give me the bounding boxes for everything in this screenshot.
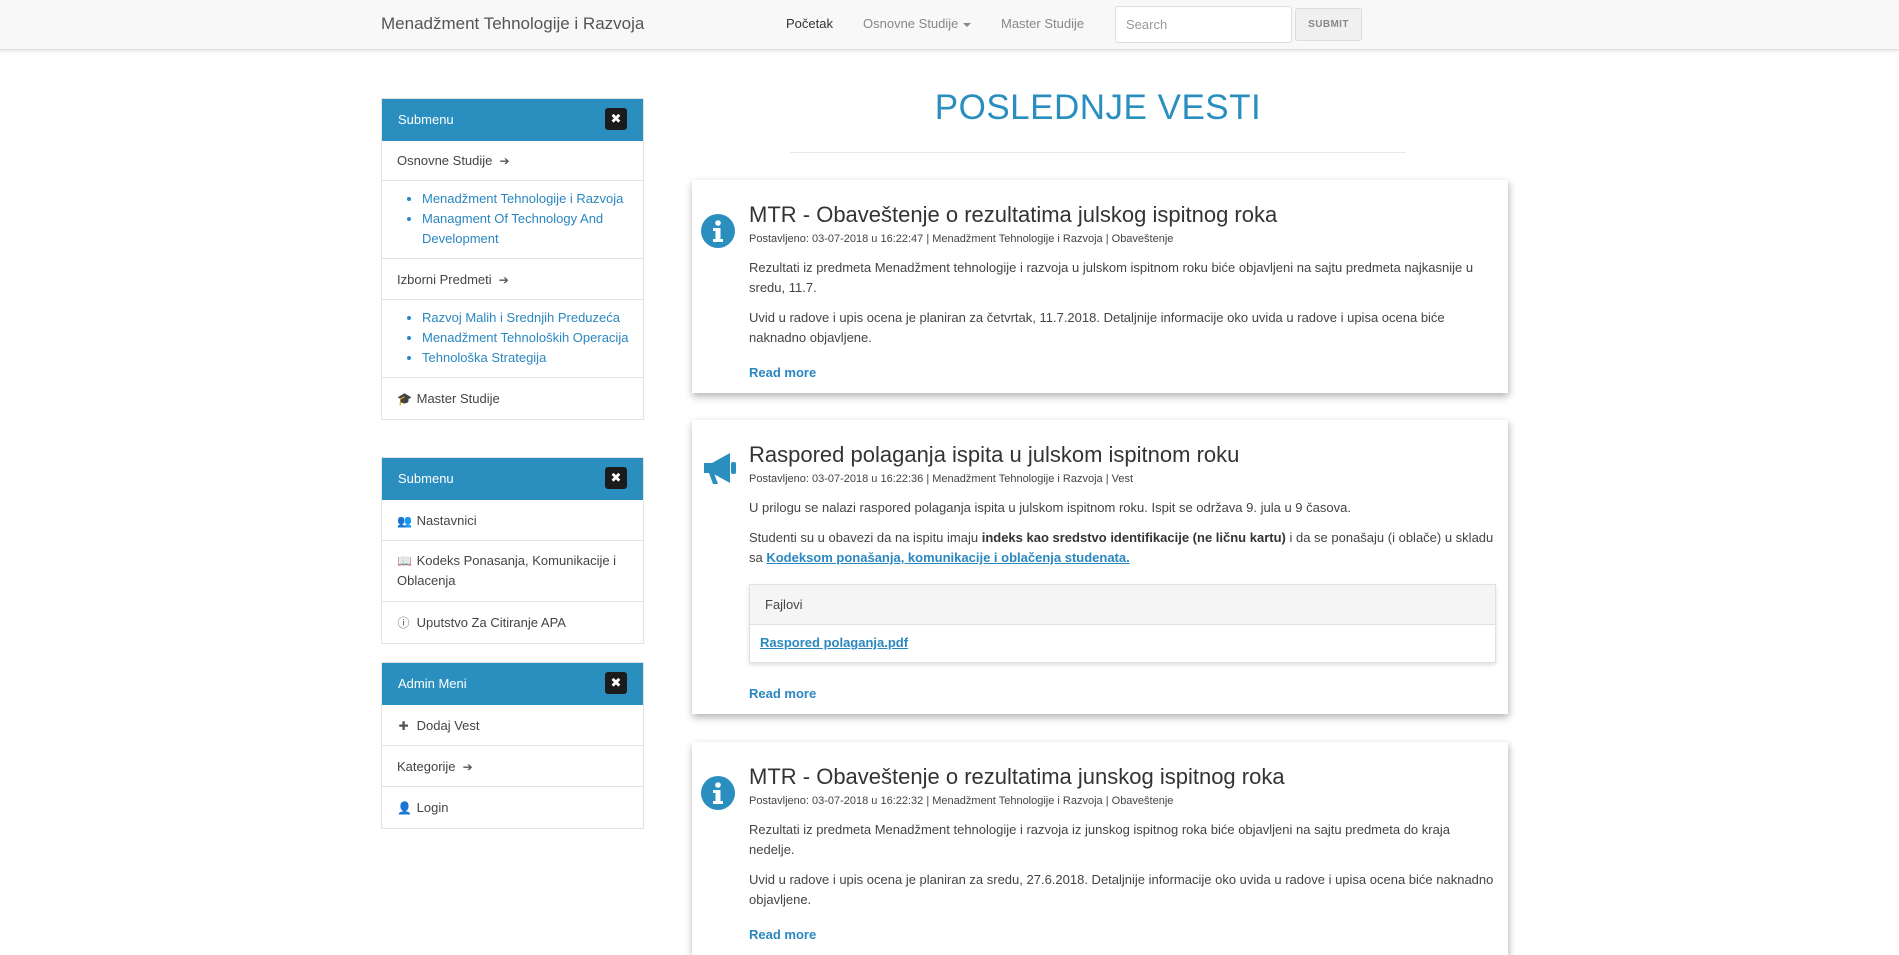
- sidebar-item-label: Dodaj Vest: [416, 718, 480, 733]
- graduation-cap-icon: 🎓: [397, 392, 412, 406]
- panel-title: Admin Meni: [398, 676, 467, 691]
- news-meta: Postavljeno: 03-07-2018 u 16:22:36 | Men…: [749, 473, 1134, 485]
- nav-master-studije[interactable]: Master Studije: [1001, 16, 1084, 31]
- read-more-link[interactable]: Read more: [749, 365, 816, 380]
- sidebar-item-label: Login: [416, 800, 449, 815]
- close-icon[interactable]: ✖: [605, 467, 627, 489]
- news-meta: Postavljeno: 03-07-2018 u 16:22:32 | Men…: [749, 795, 1174, 807]
- sidebar-item-uputstvo-apa[interactable]: ⓘ Uputstvo Za Citiranje APA: [382, 602, 643, 643]
- site-brand[interactable]: Menadžment Tehnologije i Razvoja: [381, 14, 644, 34]
- nav-pocetak[interactable]: Početak: [786, 16, 833, 31]
- nav-osnovne-studije-label: Osnovne Studije: [863, 16, 959, 31]
- panel-heading: Submenu ✖: [382, 99, 643, 141]
- sidebar-item-label: Izborni Predmeti: [397, 272, 492, 287]
- news-paragraph: Uvid u radove i upis ocena je planiran z…: [749, 310, 1445, 345]
- panel-heading: Admin Meni ✖: [382, 663, 643, 705]
- sidebar-item-login[interactable]: 👤 Login: [382, 787, 643, 828]
- search-submit-button[interactable]: SUBMIT: [1295, 8, 1362, 41]
- sidebar-item-master-studije[interactable]: 🎓 Master Studije: [382, 378, 643, 419]
- news-body: U prilogu se nalazi raspored polaganja i…: [749, 498, 1495, 578]
- info-circle-icon: ⓘ: [397, 616, 410, 630]
- sidebar-item-izborni-predmeti[interactable]: Izborni Predmeti ➔: [382, 259, 643, 300]
- sidebar-item-label: Uputstvo Za Citiranje APA: [416, 615, 566, 630]
- panel-heading: Submenu ✖: [382, 458, 643, 500]
- news-card: Raspored polaganja ispita u julskom ispi…: [692, 420, 1508, 714]
- sidebar-link-razvoj-malih[interactable]: Razvoj Malih i Srednjih Preduzeća: [422, 310, 620, 325]
- news-paragraph: Studenti su u obavezi da na ispitu imaju…: [749, 528, 1495, 568]
- sidebar-item-label: Kategorije: [397, 759, 456, 774]
- osnovne-studije-links: Menadžment Tehnologije i Razvoja Managme…: [382, 181, 643, 259]
- sidebar-link-tehnoloska-strategija[interactable]: Tehnološka Strategija: [422, 350, 546, 365]
- sidebar-item-kategorije[interactable]: Kategorije ➔: [382, 746, 643, 787]
- read-more-link[interactable]: Read more: [749, 927, 816, 942]
- sidebar-item-dodaj-vest[interactable]: ✚ Dodaj Vest: [382, 705, 643, 746]
- news-title[interactable]: Raspored polaganja ispita u julskom ispi…: [749, 442, 1239, 468]
- arrow-right-icon: ➔: [499, 154, 510, 168]
- sidebar-link-menadzment-operacija[interactable]: Menadžment Tehnoloških Operacija: [422, 330, 628, 345]
- news-card: MTR - Obaveštenje o rezultatima junskog …: [692, 742, 1508, 955]
- nav-osnovne-studije-dropdown[interactable]: Osnovne Studije: [863, 16, 972, 31]
- list-item: Menadžment Tehnologije i Razvoja: [422, 189, 643, 209]
- izborni-predmeti-links: Razvoj Malih i Srednjih Preduzeća Menadž…: [382, 300, 643, 378]
- top-navbar: Menadžment Tehnologije i Razvoja Početak…: [0, 0, 1899, 50]
- book-icon: 📖: [397, 554, 412, 568]
- divider: [790, 152, 1406, 153]
- news-title[interactable]: MTR - Obaveštenje o rezultatima junskog …: [749, 764, 1285, 790]
- arrow-right-icon: ➔: [462, 760, 473, 774]
- sidebar-item-nastavnici[interactable]: 👥 Nastavnici: [382, 500, 643, 541]
- news-paragraph: Uvid u radove i upis ocena je planiran z…: [749, 872, 1494, 907]
- sidebar-item-label: Master Studije: [416, 391, 500, 406]
- news-paragraph: Rezultati iz predmeta Menadžment tehnolo…: [749, 822, 1450, 857]
- kodeks-link[interactable]: Kodeksom ponašanja, komunikacije i oblač…: [766, 550, 1129, 565]
- sidebar-item-label: Osnovne Studije: [397, 153, 493, 168]
- info-circle-icon: [701, 776, 735, 810]
- read-more-link[interactable]: Read more: [749, 686, 816, 701]
- submenu-panel-studies: Submenu ✖ Osnovne Studije ➔ Menadžment T…: [381, 98, 644, 420]
- list-item: Menadžment Tehnoloških Operacija: [422, 328, 643, 348]
- bullhorn-icon: [704, 453, 736, 484]
- file-download-link[interactable]: Raspored polaganja.pdf: [760, 635, 908, 650]
- news-card: MTR - Obaveštenje o rezultatima julskog …: [692, 180, 1508, 393]
- sidebar-item-label: Nastavnici: [416, 513, 477, 528]
- user-icon: 👤: [397, 801, 412, 815]
- search-input[interactable]: [1115, 6, 1292, 43]
- panel-title: Submenu: [398, 112, 454, 127]
- files-heading: Fajlovi: [750, 585, 1495, 625]
- arrow-right-icon: ➔: [498, 273, 509, 287]
- paragraph-text: Studenti su u obavezi da na ispitu imaju: [749, 530, 982, 545]
- info-circle-icon: [701, 214, 735, 248]
- news-paragraph: Rezultati iz predmeta Menadžment tehnolo…: [749, 260, 1474, 295]
- close-icon[interactable]: ✖: [605, 108, 627, 130]
- list-item: Managment Of Technology And Development: [422, 209, 643, 249]
- sidebar-item-kodeks[interactable]: 📖 Kodeks Ponasanja, Komunikacije i Oblac…: [382, 541, 643, 602]
- sidebar-item-osnovne-studije[interactable]: Osnovne Studije ➔: [382, 141, 643, 181]
- plus-icon: ✚: [398, 719, 409, 733]
- list-item: Razvoj Malih i Srednjih Preduzeća: [422, 308, 643, 328]
- caret-down-icon: [963, 22, 972, 27]
- news-body: Rezultati iz predmeta Menadžment tehnolo…: [749, 258, 1495, 358]
- sidebar-link-mtr[interactable]: Menadžment Tehnologije i Razvoja: [422, 191, 623, 206]
- users-icon: 👥: [397, 514, 412, 528]
- admin-menu-panel: Admin Meni ✖ ✚ Dodaj Vest Kategorije ➔ 👤…: [381, 662, 644, 829]
- page-title: POSLEDNJE VESTI: [934, 88, 1262, 127]
- list-item: Tehnološka Strategija: [422, 348, 643, 368]
- news-meta: Postavljeno: 03-07-2018 u 16:22:47 | Men…: [749, 233, 1174, 245]
- close-icon[interactable]: ✖: [605, 672, 627, 694]
- news-paragraph: U prilogu se nalazi raspored polaganja i…: [749, 500, 1351, 515]
- files-panel: Fajlovi Raspored polaganja.pdf: [749, 584, 1496, 663]
- sidebar-link-mtd[interactable]: Managment Of Technology And Development: [422, 211, 603, 246]
- submenu-panel-info: Submenu ✖ 👥 Nastavnici 📖 Kodeks Ponasanj…: [381, 457, 644, 644]
- panel-title: Submenu: [398, 471, 454, 486]
- news-body: Rezultati iz predmeta Menadžment tehnolo…: [749, 820, 1495, 920]
- sidebar-item-label: Kodeks Ponasanja, Komunikacije i Oblacen…: [397, 553, 617, 588]
- news-title[interactable]: MTR - Obaveštenje o rezultatima julskog …: [749, 202, 1277, 228]
- bold-text: indeks kao sredstvo identifikacije (ne l…: [981, 530, 1286, 545]
